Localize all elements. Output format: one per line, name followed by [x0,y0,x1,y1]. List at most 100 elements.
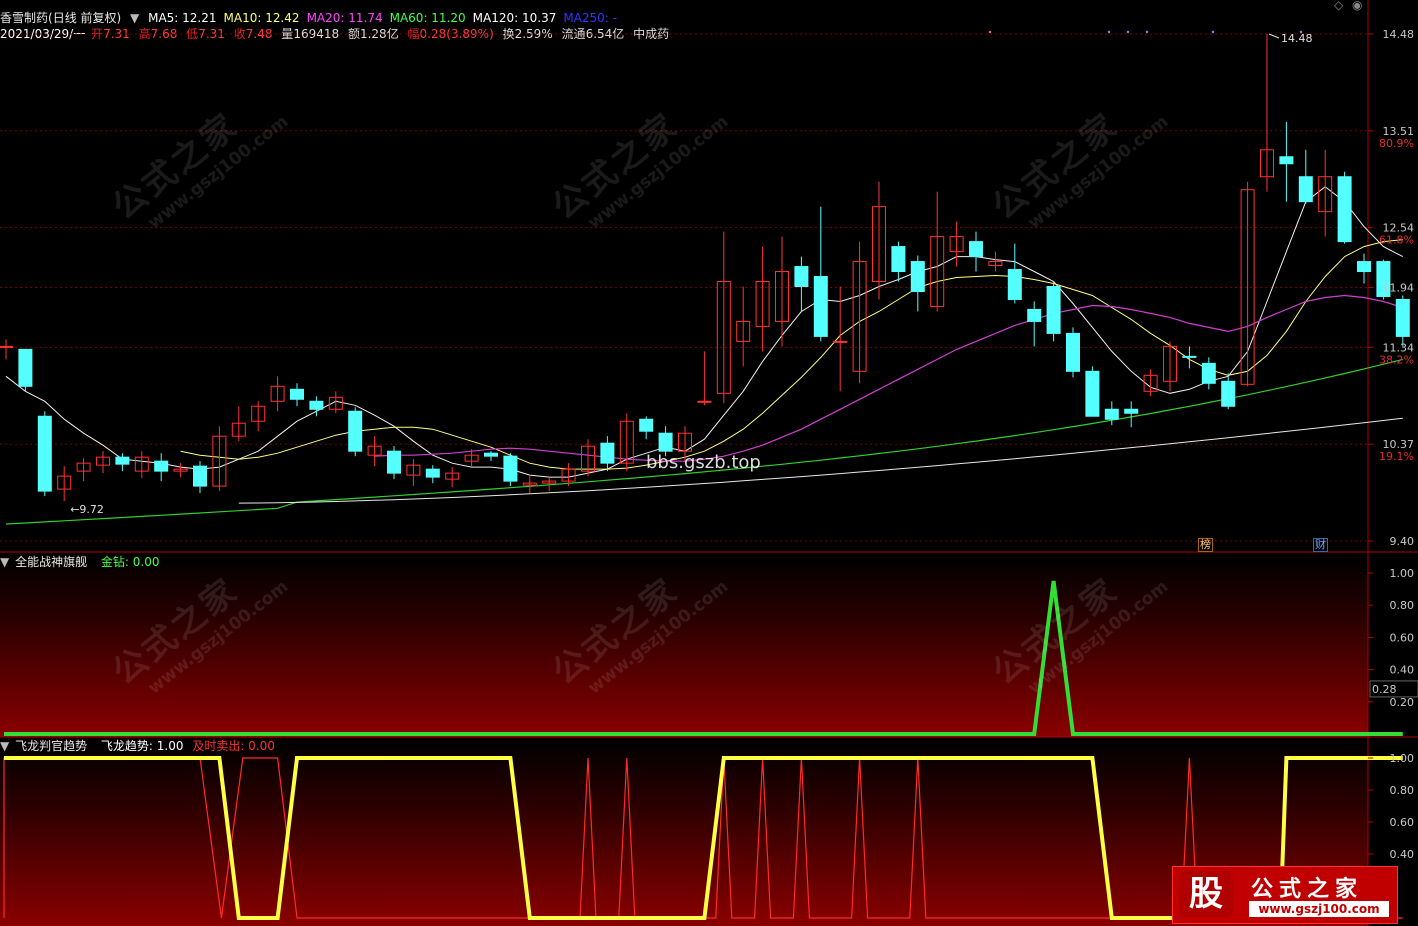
candle-body [1182,355,1197,358]
candle-down [1007,243,1022,304]
panel3-background [0,739,1368,926]
panel2-collapse-icon[interactable]: ▼ [0,555,9,569]
candle-down [290,383,304,407]
candle-body [910,261,925,292]
candle-up [697,351,712,406]
candle-body [348,410,363,452]
candle-up [0,339,13,360]
candle-body [658,432,673,452]
panel2-title[interactable]: 全能战神旗舰 [15,555,87,569]
ma20-line [374,294,1403,462]
candle-up [96,451,110,474]
panel2-header: ▼ 全能战神旗舰 金钻: 0.00 [0,555,164,569]
candle-down [1357,253,1371,284]
candle-body [1221,380,1236,407]
panel3-tick-label: 0.80 [1390,784,1415,797]
candle-body [154,460,169,472]
candle-down [969,231,983,272]
candle-down [891,241,906,282]
price-tick-label: 9.40 [1390,535,1415,548]
logo-mark: 股 [1179,871,1233,917]
candle-body [813,276,828,337]
candle-body [794,266,809,288]
candle-body [1046,286,1061,334]
candle-up [1318,149,1333,237]
panel3-indicator: 飞龙趋势: 1.00 [100,739,184,753]
panel3-title[interactable]: 飞龙判官趋势 [15,739,87,753]
candle-up [76,458,91,482]
site-logo[interactable]: 股 公式之家 www.gszj100.com [1172,866,1398,924]
candle-body [1066,332,1080,372]
candle-up [619,413,634,472]
candle-down [600,436,615,472]
candle-down [1104,401,1119,426]
candle-body [503,455,518,482]
candle-body [193,465,207,487]
candle-down [348,407,363,457]
candle-up [872,181,886,300]
candle-down [18,348,33,392]
candle-up [755,246,770,352]
high-price-marker: 14.48 [1281,32,1313,45]
candle-down [1221,373,1236,410]
fib-percent-label: 61.8% [1379,234,1414,247]
high-marker-arrow [1268,33,1280,39]
panel3-header: ▼ 飞龙判官趋势 飞龙趋势: 1.00 及时卖出: 0.00 [0,739,280,753]
candle-body [1007,269,1022,300]
candle-up [1240,181,1255,387]
candle-down [484,451,498,462]
candle-down [1395,295,1410,347]
panel2-tick-label: 1.00 [1390,567,1415,580]
candle-down [910,255,925,312]
logo-url: www.gszj100.com [1249,901,1389,917]
event-dot [1299,30,1303,34]
candle-body [1201,362,1216,384]
candle-down [1298,149,1313,204]
panel2-tick-label: 0.60 [1390,631,1415,644]
event-dot [1211,30,1215,34]
candle-down [1124,401,1139,428]
tag-cai[interactable]: 财 [1313,538,1328,552]
candle-up [1143,369,1158,397]
candle-up [367,436,382,467]
panel2-tick-label: 0.80 [1390,599,1415,612]
candle-down [794,256,809,312]
candle-up [988,251,1003,272]
candle-up [949,221,964,267]
panel2-tick-label: 0.20 [1390,696,1415,709]
site-watermark: bbs.gszb.top [646,452,761,473]
panel3-tick-label: 0.60 [1390,816,1415,829]
panel3-collapse-icon[interactable]: ▼ [0,739,9,753]
candle-down [1066,327,1080,378]
candle-body [1104,408,1119,420]
logo-name: 公式之家 [1251,877,1364,902]
candle-up [134,451,149,479]
candle-body [1279,156,1294,165]
panel2-cursor-value: 0.28 [1372,683,1397,696]
candle-body [1085,370,1100,417]
candle-body [600,442,615,464]
candle-body [425,468,440,478]
candle-body [969,241,983,258]
candle-up [173,463,188,478]
candle-up [57,466,72,502]
candle-body [697,400,712,403]
candle-down [1046,281,1061,342]
candle-up [445,467,460,488]
candle-body [1337,176,1352,243]
candle-down [1085,366,1100,417]
candle-up [833,286,848,392]
candle-body [387,450,401,474]
candle-down [154,453,169,482]
fib-percent-label: 38.2% [1379,353,1414,366]
tag-bang[interactable]: 榜 [1198,538,1213,552]
candle-up [406,459,421,487]
candle-down [37,411,52,497]
candle-up [251,401,266,432]
candle-up [212,426,227,492]
candle-down [1279,121,1294,202]
event-dot [1126,30,1130,34]
candle-body [18,348,33,387]
candle-down [1337,171,1352,244]
candle-up [542,476,557,492]
